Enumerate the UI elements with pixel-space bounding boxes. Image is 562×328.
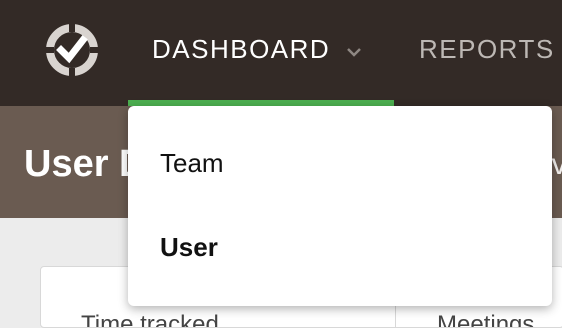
dashboard-dropdown-menu: Team User [128, 106, 552, 306]
top-navigation-bar: DASHBOARD REPORTS [0, 0, 562, 106]
card-label-left: Time tracked [81, 311, 219, 328]
dropdown-item-user[interactable]: User [160, 232, 218, 263]
nav-reports[interactable]: REPORTS [419, 34, 555, 65]
nav-dashboard[interactable]: DASHBOARD [152, 34, 330, 65]
chevron-down-icon[interactable] [346, 46, 362, 58]
card-label-right: Meetings [437, 311, 535, 328]
check-badge-icon[interactable] [40, 18, 104, 82]
dropdown-item-team[interactable]: Team [160, 148, 224, 179]
